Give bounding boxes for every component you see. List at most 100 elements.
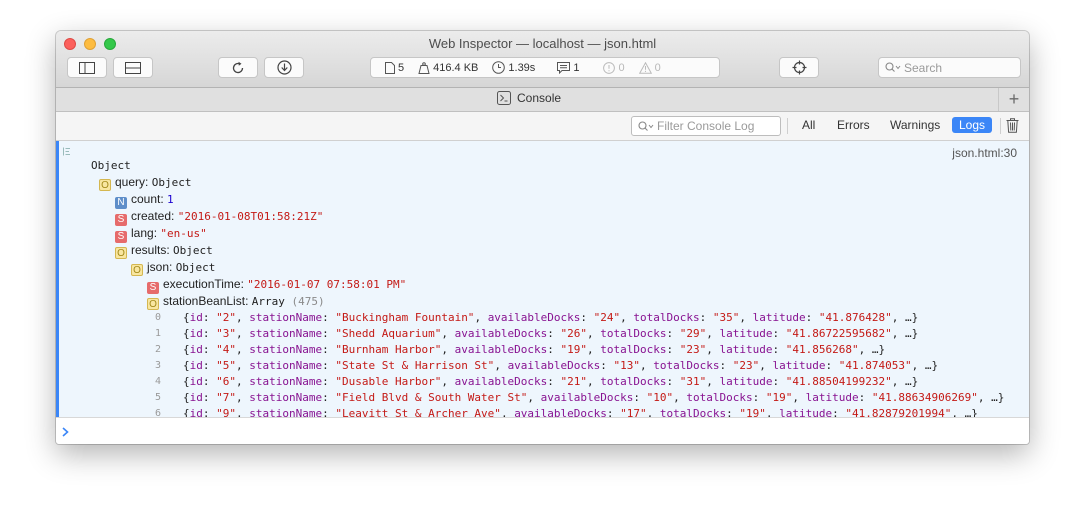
filter-errors-button[interactable]: Errors bbox=[837, 118, 870, 132]
object-type-icon: O bbox=[115, 247, 127, 259]
row-key: stationName bbox=[249, 343, 323, 356]
row-value: "23" bbox=[679, 343, 707, 356]
resources-stat[interactable]: 5 bbox=[385, 61, 405, 74]
filter-all-button[interactable]: All bbox=[802, 118, 815, 132]
dashboard-stats[interactable]: 5 416.4 KB 1.39s 1 0 0 bbox=[370, 57, 720, 78]
row-value: "29" bbox=[679, 327, 707, 340]
row-value: "Buckingham Fountain" bbox=[335, 311, 475, 324]
property-key: stationBeanList bbox=[163, 294, 246, 308]
row-key: latitude bbox=[719, 327, 773, 340]
dock-side-icon bbox=[79, 61, 95, 74]
json-property[interactable]: Ojson: Object bbox=[131, 260, 215, 276]
logs-stat[interactable]: 1 bbox=[557, 61, 579, 74]
row-value: "State St & Harrison St" bbox=[335, 359, 495, 372]
station-row[interactable]: {id: "7", stationName: "Field Blvd & Sou… bbox=[183, 391, 1004, 404]
row-value: "7" bbox=[216, 391, 236, 404]
row-key: id bbox=[189, 343, 203, 356]
tab-bar: Console + bbox=[56, 88, 1029, 112]
time-value: 1.39s bbox=[508, 61, 536, 74]
station-row[interactable]: {id: "5", stationName: "State St & Harri… bbox=[183, 359, 938, 372]
row-key: availableDocks bbox=[454, 343, 548, 356]
search-field[interactable]: Search bbox=[878, 57, 1021, 78]
station-row[interactable]: {id: "2", stationName: "Buckingham Fount… bbox=[183, 311, 918, 324]
array-length: (475) bbox=[291, 295, 325, 308]
created-property[interactable]: Screated: "2016-01-08T01:58:21Z" bbox=[115, 209, 323, 226]
array-index: 4 bbox=[154, 376, 161, 387]
execution-time-property[interactable]: SexecutionTime: "2016-01-07 07:58:01 PM" bbox=[147, 277, 406, 294]
property-key: executionTime bbox=[163, 277, 241, 291]
station-row[interactable]: {id: "9", stationName: "Leavitt St & Arc… bbox=[183, 407, 978, 417]
filter-logs-button[interactable]: Logs bbox=[952, 117, 993, 133]
row-key: totalDocks bbox=[686, 391, 753, 404]
row-value: "41.874053" bbox=[838, 359, 912, 372]
dock-side-button[interactable] bbox=[67, 57, 107, 78]
root-object-line[interactable]: Object bbox=[91, 159, 131, 172]
warnings-stat[interactable]: 0 bbox=[638, 61, 661, 74]
search-icon bbox=[885, 62, 901, 72]
download-button[interactable] bbox=[264, 57, 304, 78]
property-value: Object bbox=[175, 261, 216, 274]
station-row[interactable]: {id: "3", stationName: "Shedd Aquarium",… bbox=[183, 327, 918, 340]
array-index: 5 bbox=[154, 392, 161, 403]
row-key: stationName bbox=[249, 407, 323, 417]
console-log-area[interactable]: json.html:30 Object Oquery: Object Ncoun… bbox=[56, 141, 1029, 417]
row-value: "41.88634906269" bbox=[871, 391, 978, 404]
filter-warnings-button[interactable]: Warnings bbox=[890, 118, 940, 132]
clock-icon bbox=[492, 61, 506, 74]
string-type-icon: S bbox=[115, 231, 127, 243]
source-location-link[interactable]: json.html:30 bbox=[952, 146, 1017, 160]
resources-count: 5 bbox=[398, 61, 405, 74]
reload-icon bbox=[232, 61, 244, 73]
errors-stat[interactable]: 0 bbox=[603, 61, 625, 74]
console-filter-bar: Filter Console Log All Errors Warnings L… bbox=[56, 112, 1029, 141]
station-row[interactable]: {id: "4", stationName: "Burnham Harbor",… bbox=[183, 343, 885, 356]
row-value: "24" bbox=[593, 311, 621, 324]
clear-console-trash-icon[interactable] bbox=[1006, 118, 1019, 133]
new-tab-button[interactable]: + bbox=[998, 88, 1029, 111]
row-key: totalDocks bbox=[653, 359, 720, 372]
size-value: 416.4 KB bbox=[433, 61, 479, 74]
query-property[interactable]: Oquery: Object bbox=[99, 175, 191, 191]
time-stat[interactable]: 1.39s bbox=[492, 61, 535, 74]
string-type-icon: S bbox=[115, 214, 127, 226]
row-value: "Field Blvd & South Water St" bbox=[335, 391, 528, 404]
row-key: latitude bbox=[719, 375, 773, 388]
search-placeholder: Search bbox=[904, 60, 943, 75]
row-value: "10" bbox=[646, 391, 674, 404]
row-value: "19" bbox=[560, 343, 588, 356]
inspect-element-button[interactable] bbox=[779, 57, 819, 78]
array-index: 6 bbox=[154, 408, 161, 417]
row-key: id bbox=[189, 359, 203, 372]
property-value: "2016-01-07 07:58:01 PM" bbox=[247, 278, 407, 291]
dock-bottom-button[interactable] bbox=[113, 57, 153, 78]
count-property[interactable]: Ncount: 1 bbox=[115, 192, 174, 209]
reload-button[interactable] bbox=[218, 57, 258, 78]
prompt-chevron-icon bbox=[62, 427, 69, 437]
results-property[interactable]: Oresults: Object bbox=[115, 243, 213, 259]
row-key: latitude bbox=[772, 359, 826, 372]
property-key: json bbox=[147, 260, 170, 274]
lang-property[interactable]: Slang: "en-us" bbox=[115, 226, 207, 243]
log-bubble-icon bbox=[557, 61, 571, 74]
number-type-icon: N bbox=[115, 197, 127, 209]
row-key: totalDocks bbox=[659, 407, 727, 417]
download-icon bbox=[276, 60, 292, 75]
row-key: availableDocks bbox=[540, 391, 634, 404]
row-key: latitude bbox=[719, 343, 773, 356]
row-value: "41.82879201994" bbox=[845, 407, 952, 417]
console-prompt[interactable] bbox=[56, 417, 1029, 444]
divider bbox=[787, 118, 788, 134]
array-index: 1 bbox=[154, 328, 161, 339]
errors-count: 0 bbox=[618, 61, 625, 74]
row-key: totalDocks bbox=[600, 375, 667, 388]
tab-console[interactable]: Console bbox=[497, 91, 561, 105]
size-stat[interactable]: 416.4 KB bbox=[418, 62, 478, 74]
station-bean-list-property[interactable]: OstationBeanList: Array (475) bbox=[147, 294, 325, 310]
filter-console-input[interactable]: Filter Console Log bbox=[631, 116, 781, 136]
row-key: latitude bbox=[752, 311, 806, 324]
array-index: 3 bbox=[154, 360, 161, 371]
plus-icon: + bbox=[1008, 89, 1020, 109]
property-value: 1 bbox=[167, 193, 174, 206]
row-value: "26" bbox=[560, 327, 588, 340]
station-row[interactable]: {id: "6", stationName: "Dusable Harbor",… bbox=[183, 375, 918, 388]
